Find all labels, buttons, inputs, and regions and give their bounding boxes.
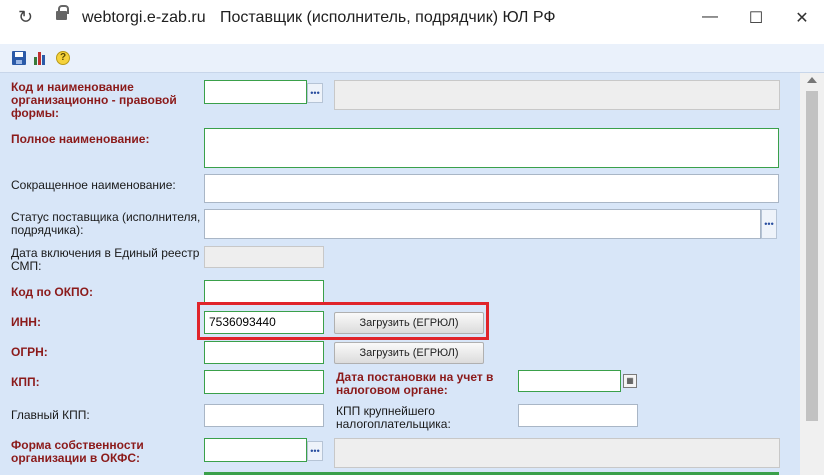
full-name-input[interactable] [204,128,779,168]
status-lookup-button[interactable]: ••• [761,209,777,239]
tax-date-input[interactable] [518,370,621,392]
okfs-lookup-button[interactable]: ••• [307,441,323,461]
close-icon[interactable]: ✕ [782,8,822,28]
inn-highlight-frame [197,302,489,340]
okpo-input[interactable] [204,280,324,303]
short-name-input[interactable] [204,174,779,203]
status-label: Статус поставщика (исполнителя, подрядчи… [11,210,201,237]
scrollbar-thumb[interactable] [806,91,818,421]
inn-label: ИНН: [11,315,41,329]
okfs-label: Форма собственности организации в ОКФС: [11,438,144,465]
calendar-icon[interactable]: ▦ [623,374,637,388]
tax-date-label: Дата постановки на учет в налоговом орга… [336,370,494,397]
ogrn-input[interactable] [204,341,324,364]
form-toolbar: ? [0,44,824,73]
ogrn-label: ОГРН: [11,345,48,359]
lock-shackle [58,5,69,14]
vertical-scrollbar[interactable] [800,73,824,475]
scroll-up-icon[interactable] [807,77,817,83]
save-icon[interactable] [12,51,26,65]
window-title: Поставщик (исполнитель, подрядчик) ЮЛ РФ [220,9,556,26]
chart-icon[interactable] [34,51,48,65]
browser-titlebar: ↻ webtorgi.e-zab.ru Поставщик (исполните… [0,0,824,38]
opf-name-display [334,80,780,110]
status-input[interactable] [204,209,761,239]
full-name-label: Полное наименование: [11,132,150,146]
short-name-label: Сокращенное наименование: [11,178,176,192]
reload-icon[interactable]: ↻ [18,7,33,28]
help-icon[interactable]: ? [56,51,70,65]
okfs-name-display [334,438,780,468]
smp-date-label: Дата включения в Единый реестр СМП: [11,246,200,273]
largest-kpp-input[interactable] [518,404,638,427]
ogrn-load-egrul-button[interactable]: Загрузить (ЕГРЮЛ) [334,342,484,364]
smp-date-display [204,246,324,268]
address-url[interactable]: webtorgi.e-zab.ru [82,9,206,27]
minimize-icon[interactable]: — [690,8,730,26]
main-kpp-label: Главный КПП: [11,408,90,422]
okfs-code-input[interactable] [204,438,307,462]
maximize-icon[interactable]: ☐ [736,8,776,28]
kpp-input[interactable] [204,370,324,394]
kpp-label: КПП: [11,375,40,389]
main-kpp-input[interactable] [204,404,324,427]
opf-lookup-button[interactable]: ••• [307,83,323,103]
opf-code-input[interactable] [204,80,307,104]
okpo-label: Код по ОКПО: [11,285,93,299]
opf-label: Код и наименование организационно - прав… [11,80,177,120]
largest-kpp-label: КПП крупнейшего налогоплательщика: [336,404,451,431]
